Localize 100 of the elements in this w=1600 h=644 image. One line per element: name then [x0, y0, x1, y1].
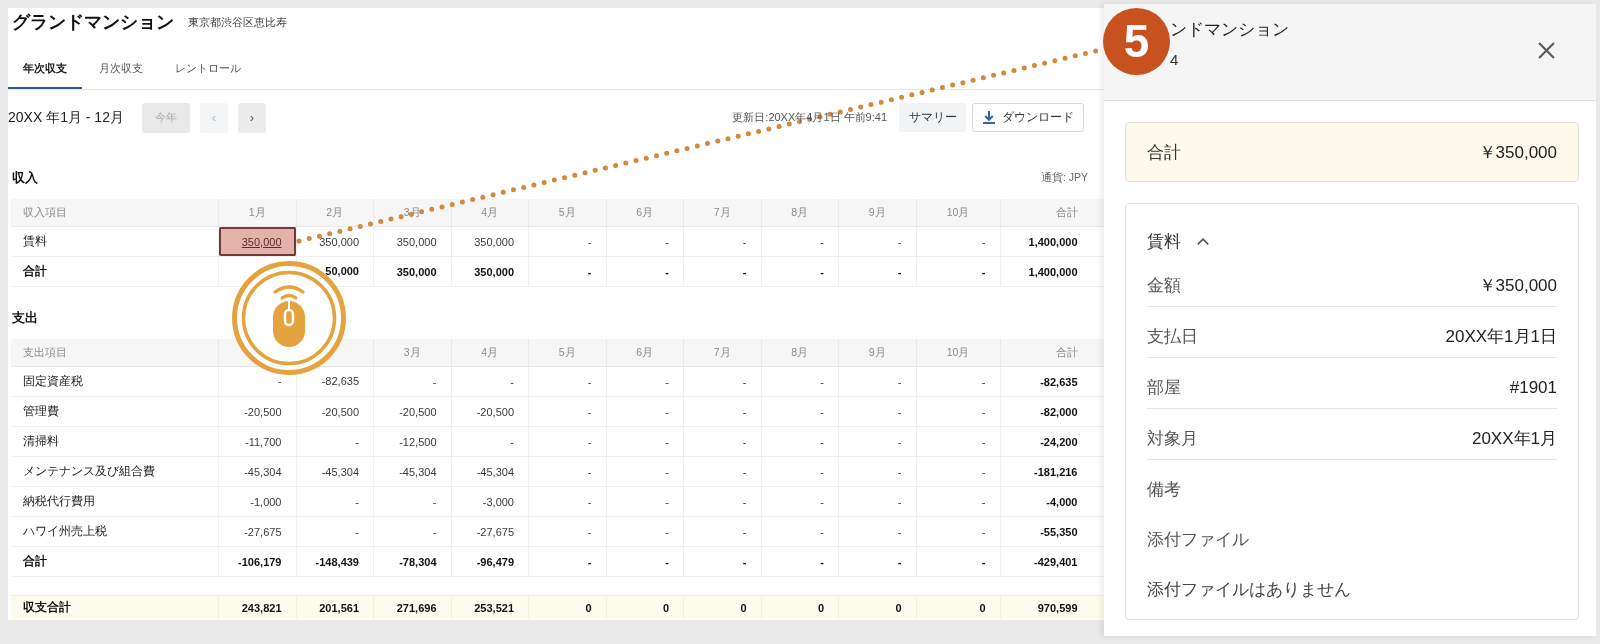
table-cell[interactable]: - [916, 427, 1001, 456]
table-cell[interactable]: -45,304 [374, 457, 452, 486]
table-cell[interactable]: -4,000 [1000, 487, 1088, 516]
table-cell[interactable]: - [529, 397, 607, 426]
table-cell[interactable]: - [916, 227, 1001, 256]
table-cell: - [839, 547, 917, 576]
table-cell[interactable]: -3,000 [451, 487, 529, 516]
table-cell[interactable]: - [529, 457, 607, 486]
table-cell[interactable]: - [606, 427, 684, 456]
field-value: #1901 [1509, 378, 1557, 398]
table-cell[interactable]: -1,000 [219, 487, 297, 516]
table-cell[interactable]: - [684, 427, 762, 456]
table-cell[interactable]: - [839, 427, 917, 456]
table-cell[interactable]: - [529, 367, 607, 396]
table-cell[interactable]: -45,304 [219, 457, 297, 486]
table-cell[interactable]: -27,675 [451, 517, 529, 546]
detail-subtitle: 4 [1170, 50, 1179, 70]
table-cell[interactable]: - [839, 227, 917, 256]
table-cell[interactable]: - [839, 457, 917, 486]
table-cell: 0 [916, 596, 1001, 619]
table-cell[interactable]: 350,000 [451, 227, 529, 256]
period-label: 20XX 年1月 - 12月 [8, 108, 124, 127]
table-cell[interactable]: - [839, 367, 917, 396]
tab[interactable]: 年次収支 [8, 49, 82, 89]
table-cell[interactable]: - [529, 427, 607, 456]
section-title[interactable]: 賃料 [1147, 229, 1181, 253]
table-cell[interactable]: - [296, 427, 374, 456]
table-cell[interactable]: -11,700 [219, 427, 297, 456]
table-cell[interactable]: - [761, 427, 839, 456]
table-cell[interactable]: - [374, 517, 452, 546]
table-cell[interactable]: -20,500 [451, 397, 529, 426]
table-cell[interactable]: 350,000 [374, 227, 452, 256]
column-header: 10月 [916, 199, 1001, 226]
table-cell[interactable]: 350,000 [219, 227, 297, 256]
table-cell[interactable]: 350,000 [296, 227, 374, 256]
table-cell[interactable]: - [761, 457, 839, 486]
table-cell[interactable]: - [277, 376, 282, 387]
table-cell[interactable]: - [374, 487, 452, 516]
table-cell[interactable]: - [606, 517, 684, 546]
download-button[interactable]: ダウンロード [972, 103, 1084, 132]
table-cell[interactable]: -24,200 [1000, 427, 1088, 456]
table-cell[interactable]: - [529, 227, 607, 256]
column-header: 支出項目 [11, 339, 219, 366]
table-cell[interactable]: - [684, 397, 762, 426]
table-cell[interactable]: - [761, 397, 839, 426]
column-header: 4月 [451, 199, 529, 226]
table-cell[interactable]: -45,304 [451, 457, 529, 486]
table-cell[interactable]: - [684, 367, 762, 396]
table-cell[interactable]: - [684, 487, 762, 516]
chevron-up-icon[interactable] [1197, 237, 1209, 245]
table-cell[interactable]: -82,000 [1000, 397, 1088, 426]
table-cell[interactable]: -20,500 [374, 397, 452, 426]
close-icon[interactable] [1538, 42, 1555, 59]
field-value: ￥350,000 [1478, 276, 1557, 296]
table-cell[interactable]: -12,500 [374, 427, 452, 456]
table-cell[interactable]: - [606, 457, 684, 486]
table-cell[interactable]: -55,350 [1000, 517, 1088, 546]
table-cell[interactable]: - [761, 367, 839, 396]
table-cell[interactable]: - [916, 457, 1001, 486]
tab[interactable]: 月次収支 [84, 49, 158, 89]
table-cell[interactable]: - [761, 517, 839, 546]
table-cell[interactable]: - [606, 367, 684, 396]
table-cell[interactable]: - [529, 517, 607, 546]
table-cell[interactable]: -20,500 [219, 397, 297, 426]
table-cell[interactable]: - [606, 487, 684, 516]
table-cell[interactable]: - [684, 227, 762, 256]
table-cell[interactable]: - [296, 517, 374, 546]
next-button[interactable]: › [237, 102, 266, 133]
table-cell[interactable]: - [451, 367, 529, 396]
table-cell[interactable]: -181,216 [1000, 457, 1088, 486]
field-value: 20XX年1月 [1471, 429, 1557, 449]
table-cell[interactable]: - [916, 487, 1001, 516]
table-cell[interactable]: 1,400,000 [1000, 227, 1088, 256]
tab[interactable]: レントロール [160, 49, 256, 89]
table-cell[interactable]: - [839, 487, 917, 516]
table-cell[interactable]: - [916, 367, 1001, 396]
table-cell[interactable]: - [916, 517, 1001, 546]
table-cell[interactable]: - [839, 517, 917, 546]
table-cell[interactable]: - [684, 517, 762, 546]
table-cell[interactable]: - [529, 487, 607, 516]
table-cell[interactable]: - [374, 367, 452, 396]
table-cell[interactable]: - [606, 227, 684, 256]
table-cell[interactable]: - [839, 397, 917, 426]
table-cell[interactable]: - [606, 397, 684, 426]
download-icon [982, 111, 995, 124]
table-cell[interactable]: -45,304 [296, 457, 374, 486]
column-header: 1月 [219, 199, 297, 226]
table-cell[interactable]: - [916, 397, 1001, 426]
table-cell[interactable]: - [761, 487, 839, 516]
table-cell[interactable]: -82,635 [1000, 367, 1088, 396]
table-cell[interactable]: -27,675 [219, 517, 297, 546]
table-cell[interactable]: -20,500 [296, 397, 374, 426]
table-cell[interactable]: - [761, 227, 839, 256]
table-cell: - [529, 257, 607, 286]
summary-button[interactable]: サマリー [899, 103, 966, 132]
table-cell[interactable]: - [296, 487, 374, 516]
table-cell[interactable]: - [451, 427, 529, 456]
column-header: 9月 [839, 199, 917, 226]
table-cell[interactable]: -82,635 [321, 376, 359, 387]
table-cell[interactable]: - [684, 457, 762, 486]
